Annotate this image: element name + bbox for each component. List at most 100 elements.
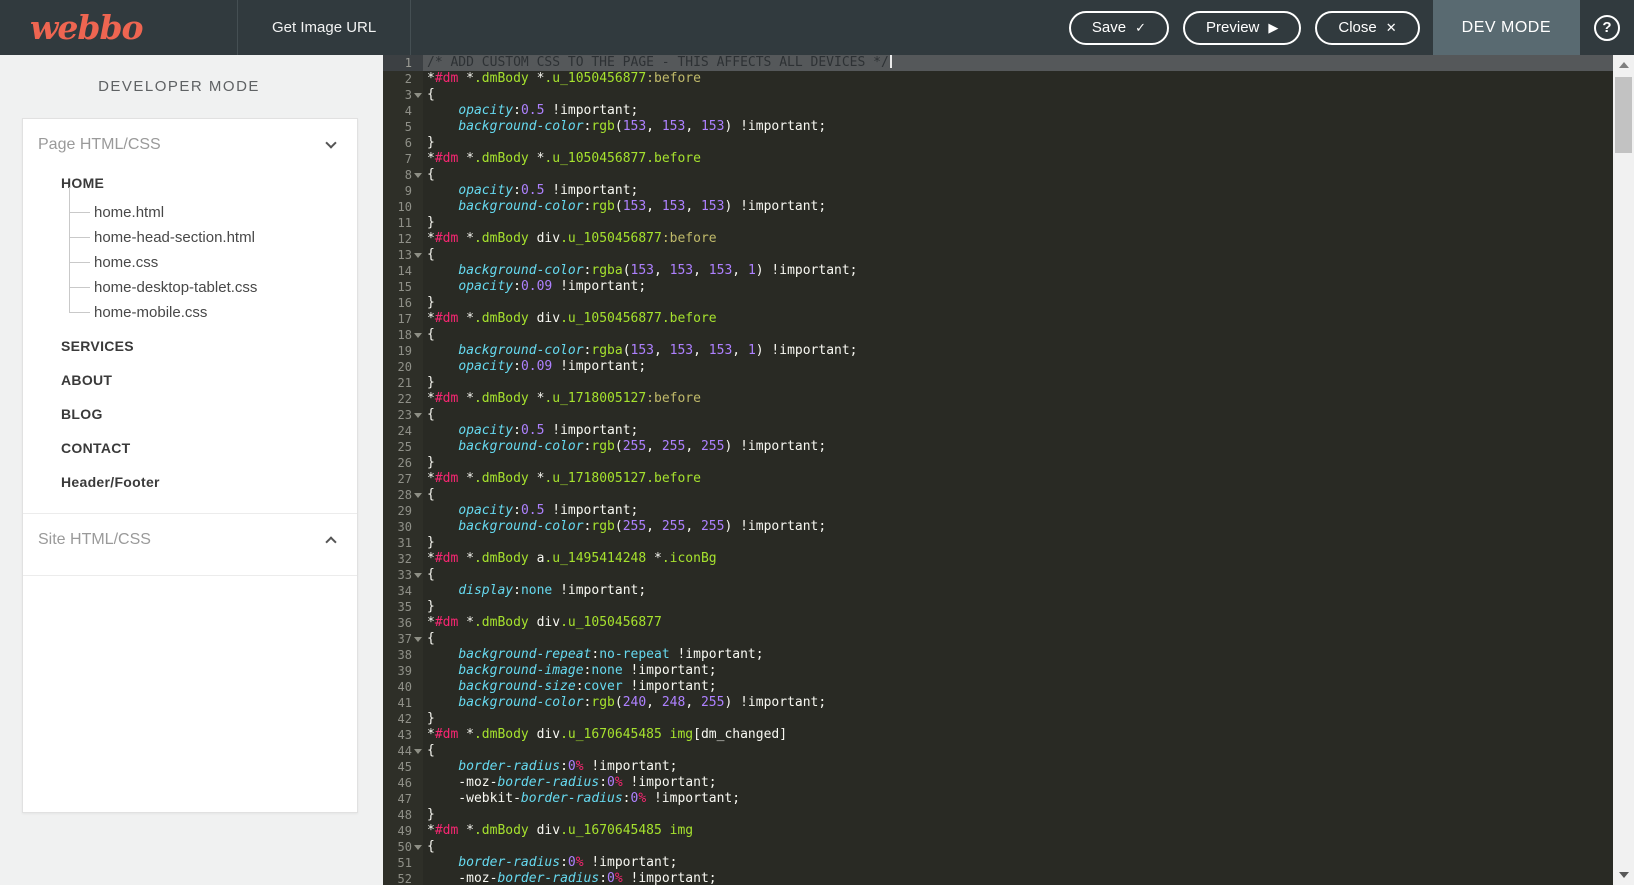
code-text[interactable]: *#dm *.dmBody *.u_1050456877.before bbox=[423, 151, 1613, 167]
code-line[interactable]: 42} bbox=[383, 711, 1613, 727]
sidebar-page-contact[interactable]: CONTACT bbox=[23, 431, 357, 465]
code-text[interactable]: opacity:0.09 !important; bbox=[423, 279, 1613, 295]
code-line[interactable]: 28{ bbox=[383, 487, 1613, 503]
code-text[interactable]: opacity:0.5 !important; bbox=[423, 423, 1613, 439]
code-text[interactable]: } bbox=[423, 599, 1613, 615]
code-text[interactable]: *#dm *.dmBody *.u_1718005127.before bbox=[423, 471, 1613, 487]
dev-mode-tab[interactable]: DEV MODE bbox=[1432, 0, 1580, 55]
code-line[interactable]: 21} bbox=[383, 375, 1613, 391]
code-text[interactable]: *#dm *.dmBody div.u_1050456877:before bbox=[423, 231, 1613, 247]
get-image-url-button[interactable]: Get Image URL bbox=[237, 0, 412, 55]
code-line[interactable]: 24 opacity:0.5 !important; bbox=[383, 423, 1613, 439]
code-text[interactable]: background-color:rgba(153, 153, 153, 1) … bbox=[423, 343, 1613, 359]
code-text[interactable]: -moz-border-radius:0% !important; bbox=[423, 775, 1613, 791]
code-text[interactable]: opacity:0.09 !important; bbox=[423, 359, 1613, 375]
code-text[interactable]: background-color:rgb(255, 255, 255) !imp… bbox=[423, 519, 1613, 535]
code-line[interactable]: 4 opacity:0.5 !important; bbox=[383, 103, 1613, 119]
code-text[interactable]: } bbox=[423, 711, 1613, 727]
code-line[interactable]: 30 background-color:rgb(255, 255, 255) !… bbox=[383, 519, 1613, 535]
code-line[interactable]: 19 background-color:rgba(153, 153, 153, … bbox=[383, 343, 1613, 359]
code-text[interactable]: } bbox=[423, 455, 1613, 471]
code-text[interactable]: { bbox=[423, 167, 1613, 183]
code-text[interactable]: background-size:cover !important; bbox=[423, 679, 1613, 695]
code-line[interactable]: 3{ bbox=[383, 87, 1613, 103]
code-line[interactable]: 37{ bbox=[383, 631, 1613, 647]
editor-scrollbar[interactable] bbox=[1613, 55, 1634, 885]
code-line[interactable]: 7 *#dm *.dmBody *.u_1050456877.before bbox=[383, 151, 1613, 167]
code-text[interactable]: opacity:0.5 !important; bbox=[423, 503, 1613, 519]
code-text[interactable]: { bbox=[423, 487, 1613, 503]
fold-icon[interactable] bbox=[413, 492, 422, 498]
code-line[interactable]: 16} bbox=[383, 295, 1613, 311]
code-line[interactable]: 9 opacity:0.5 !important; bbox=[383, 183, 1613, 199]
code-text[interactable]: opacity:0.5 !important; bbox=[423, 183, 1613, 199]
code-line[interactable]: 36 *#dm *.dmBody div.u_1050456877 bbox=[383, 615, 1613, 631]
code-text[interactable]: *#dm *.dmBody *.u_1718005127:before bbox=[423, 391, 1613, 407]
code-line[interactable]: 46 -moz-border-radius:0% !important; bbox=[383, 775, 1613, 791]
code-line[interactable]: 35} bbox=[383, 599, 1613, 615]
scroll-up-button[interactable] bbox=[1613, 55, 1634, 75]
code-text[interactable]: -moz-border-radius:0% !important; bbox=[423, 871, 1613, 885]
code-line[interactable]: 27 *#dm *.dmBody *.u_1718005127.before bbox=[383, 471, 1613, 487]
code-text[interactable]: } bbox=[423, 135, 1613, 151]
code-line[interactable]: 5 background-color:rgb(153, 153, 153) !i… bbox=[383, 119, 1613, 135]
code-text[interactable]: *#dm *.dmBody a.u_1495414248 *.iconBg bbox=[423, 551, 1613, 567]
code-text[interactable]: } bbox=[423, 295, 1613, 311]
code-line[interactable]: 39 background-image:none !important; bbox=[383, 663, 1613, 679]
code-line[interactable]: 6} bbox=[383, 135, 1613, 151]
help-icon[interactable]: ? bbox=[1594, 14, 1620, 41]
fold-icon[interactable] bbox=[413, 748, 422, 754]
scroll-down-button[interactable] bbox=[1613, 865, 1634, 885]
page-htmlcss-section-header[interactable]: Page HTML/CSS bbox=[23, 119, 357, 166]
sidebar-page-about[interactable]: ABOUT bbox=[23, 363, 357, 397]
code-line[interactable]: 14 background-color:rgba(153, 153, 153, … bbox=[383, 263, 1613, 279]
code-line[interactable]: 50{ bbox=[383, 839, 1613, 855]
code-text[interactable]: border-radius:0% !important; bbox=[423, 759, 1613, 775]
code-line[interactable]: 20 opacity:0.09 !important; bbox=[383, 359, 1613, 375]
code-editor[interactable]: 1/* ADD CUSTOM CSS TO THE PAGE - THIS AF… bbox=[383, 55, 1613, 885]
code-text[interactable]: { bbox=[423, 327, 1613, 343]
code-text[interactable]: { bbox=[423, 87, 1613, 103]
code-text[interactable]: *#dm *.dmBody div.u_1670645485 img[dm_ch… bbox=[423, 727, 1613, 743]
fold-icon[interactable] bbox=[413, 332, 422, 338]
code-line[interactable]: 33{ bbox=[383, 567, 1613, 583]
file-item[interactable]: home-mobile.css bbox=[23, 287, 357, 325]
preview-button[interactable]: Preview ▶ bbox=[1183, 10, 1302, 45]
code-line[interactable]: 2 *#dm *.dmBody *.u_1050456877:before bbox=[383, 71, 1613, 87]
code-text[interactable]: background-color:rgb(153, 153, 153) !imp… bbox=[423, 199, 1613, 215]
code-line[interactable]: 18{ bbox=[383, 327, 1613, 343]
code-line[interactable]: 17 *#dm *.dmBody div.u_1050456877.before bbox=[383, 311, 1613, 327]
sidebar-page-blog[interactable]: BLOG bbox=[23, 397, 357, 431]
code-line[interactable]: 52 -moz-border-radius:0% !important; bbox=[383, 871, 1613, 885]
code-line[interactable]: 23{ bbox=[383, 407, 1613, 423]
code-text[interactable]: *#dm *.dmBody div.u_1050456877 bbox=[423, 615, 1613, 631]
code-line[interactable]: 26} bbox=[383, 455, 1613, 471]
code-line[interactable]: 32 *#dm *.dmBody a.u_1495414248 *.iconBg bbox=[383, 551, 1613, 567]
close-button[interactable]: Close ✕ bbox=[1315, 10, 1420, 45]
code-text[interactable]: *#dm *.dmBody div.u_1050456877.before bbox=[423, 311, 1613, 327]
code-text[interactable]: } bbox=[423, 535, 1613, 551]
code-line[interactable]: 49 *#dm *.dmBody div.u_1670645485 img bbox=[383, 823, 1613, 839]
fold-icon[interactable] bbox=[413, 92, 422, 98]
code-line[interactable]: 38 background-repeat:no-repeat !importan… bbox=[383, 647, 1613, 663]
fold-icon[interactable] bbox=[413, 844, 422, 850]
code-line[interactable]: 25 background-color:rgb(255, 255, 255) !… bbox=[383, 439, 1613, 455]
fold-icon[interactable] bbox=[413, 636, 422, 642]
code-line[interactable]: 10 background-color:rgb(153, 153, 153) !… bbox=[383, 199, 1613, 215]
code-line[interactable]: 48} bbox=[383, 807, 1613, 823]
code-text[interactable]: background-color:rgb(255, 255, 255) !imp… bbox=[423, 439, 1613, 455]
code-line[interactable]: 34 display:none !important; bbox=[383, 583, 1613, 599]
fold-icon[interactable] bbox=[413, 172, 422, 178]
code-line[interactable]: 8{ bbox=[383, 167, 1613, 183]
code-line[interactable]: 40 background-size:cover !important; bbox=[383, 679, 1613, 695]
code-text[interactable]: display:none !important; bbox=[423, 583, 1613, 599]
code-text[interactable]: { bbox=[423, 631, 1613, 647]
code-text[interactable]: } bbox=[423, 807, 1613, 823]
fold-icon[interactable] bbox=[413, 252, 422, 258]
fold-icon[interactable] bbox=[413, 412, 422, 418]
code-line[interactable]: 31} bbox=[383, 535, 1613, 551]
code-text[interactable]: *#dm *.dmBody div.u_1670645485 img bbox=[423, 823, 1613, 839]
code-line[interactable]: 47 -webkit-border-radius:0% !important; bbox=[383, 791, 1613, 807]
code-text[interactable]: { bbox=[423, 839, 1613, 855]
code-text[interactable]: background-color:rgba(153, 153, 153, 1) … bbox=[423, 263, 1613, 279]
